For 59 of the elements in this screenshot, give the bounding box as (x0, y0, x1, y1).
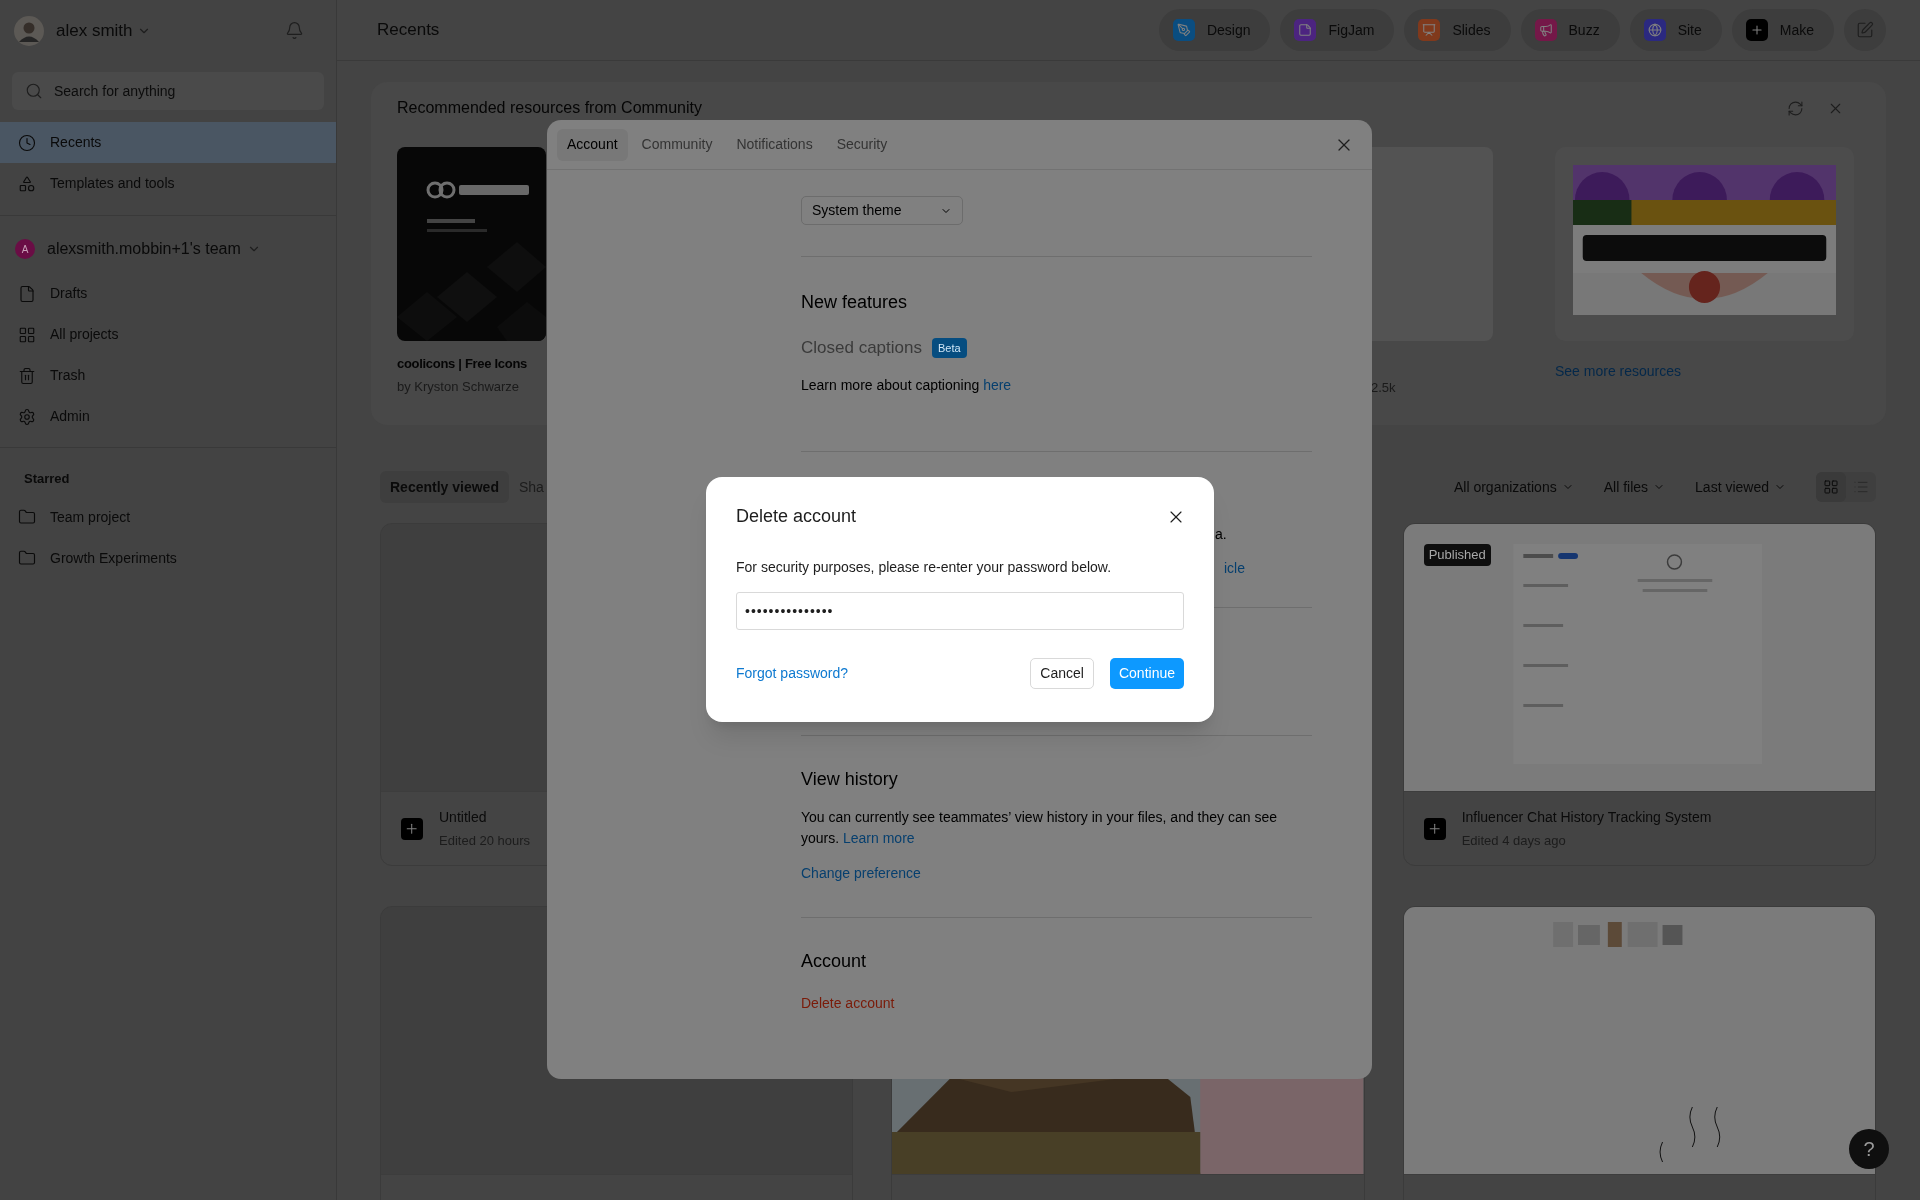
filter-dropdown[interactable]: All files (1603, 476, 1666, 498)
section-heading: New features (801, 291, 909, 314)
page-title: Recents (377, 19, 440, 42)
panel-heading: Recommended resources from Community (397, 98, 702, 118)
team-name[interactable]: alexsmith.mobbin+1's team (47, 237, 241, 261)
section-heading: Account (801, 949, 868, 973)
here-link[interactable]: here (983, 376, 1012, 393)
user-name[interactable]: alex smith (56, 17, 133, 44)
sidebar-item-icon (18, 549, 36, 567)
captioning-text: Learn more about captioning here (801, 375, 1013, 395)
sidebar-item-icon (18, 133, 36, 152)
change-preference-link[interactable]: Change preference (801, 862, 921, 884)
settings-tab[interactable]: Notifications (726, 128, 823, 161)
grid-view-icon[interactable] (1816, 472, 1846, 502)
settings-tab[interactable]: Account (557, 128, 628, 161)
beta-badge: Beta (931, 337, 967, 358)
sidebar-item-icon (18, 407, 36, 426)
sidebar-item[interactable]: Recents (0, 122, 336, 163)
cancel-button[interactable]: Cancel (1030, 658, 1094, 689)
view-history-text: You can currently see teammates’ view history in your files, and they can see yours. Learn more (801, 807, 1278, 848)
avatar-icon[interactable] (14, 15, 44, 46)
section-text: a. (1215, 524, 1227, 544)
dialog-text: For security purposes, please re-enter your password below. (736, 558, 1113, 577)
article-link[interactable]: icle (1224, 557, 1245, 579)
settings-tab[interactable]: Community (631, 128, 723, 161)
section-heading: View history (801, 767, 899, 791)
team-avatar[interactable]: A (15, 239, 35, 259)
search-field[interactable]: Search for anything (12, 72, 324, 110)
cross-icon (401, 817, 423, 840)
filter-dropdown[interactable]: All organizations (1453, 476, 1574, 498)
learn-more-link[interactable]: Learn more (843, 829, 915, 846)
section-heading: Starred (23, 470, 71, 488)
filter-dropdown[interactable]: Last viewed (1695, 476, 1786, 498)
refresh-icon[interactable] (1787, 99, 1804, 117)
dialog-title: Delete account (736, 505, 857, 528)
notifications-icon[interactable] (285, 21, 304, 40)
resource-card[interactable] (1555, 147, 1854, 341)
theme-select[interactable]: System theme (801, 196, 963, 225)
status-badge: Published (1423, 544, 1491, 566)
card-thumbnail[interactable] (1371, 147, 1493, 341)
sidebar-item-icon (18, 174, 36, 193)
file-title: Influencer Chat History Tracking System (1461, 807, 1712, 827)
resource-title[interactable]: coolicons | Free Icons (397, 354, 546, 374)
sidebar-item-icon (18, 508, 36, 526)
edit-icon[interactable] (1844, 9, 1886, 51)
sidebar-item-icon (18, 284, 36, 303)
see-more-link[interactable]: See more resources (1555, 361, 1854, 382)
continue-button[interactable]: Continue (1109, 658, 1184, 689)
feature-name: Closed captions (801, 337, 922, 359)
sidebar-item-icon (18, 325, 36, 344)
forgot-password-link[interactable]: Forgot password? (736, 663, 849, 684)
cross-icon (1423, 817, 1446, 840)
settings-tab[interactable]: Security (826, 128, 898, 161)
delete-account-link[interactable]: Delete account (801, 992, 895, 1014)
sidebar-item-icon (18, 366, 36, 385)
help-button[interactable]: ? (1849, 1129, 1889, 1169)
password-field[interactable]: ••••••••••••••• (736, 592, 1184, 630)
file-title: Untitled (439, 807, 488, 827)
search-icon (25, 82, 43, 100)
